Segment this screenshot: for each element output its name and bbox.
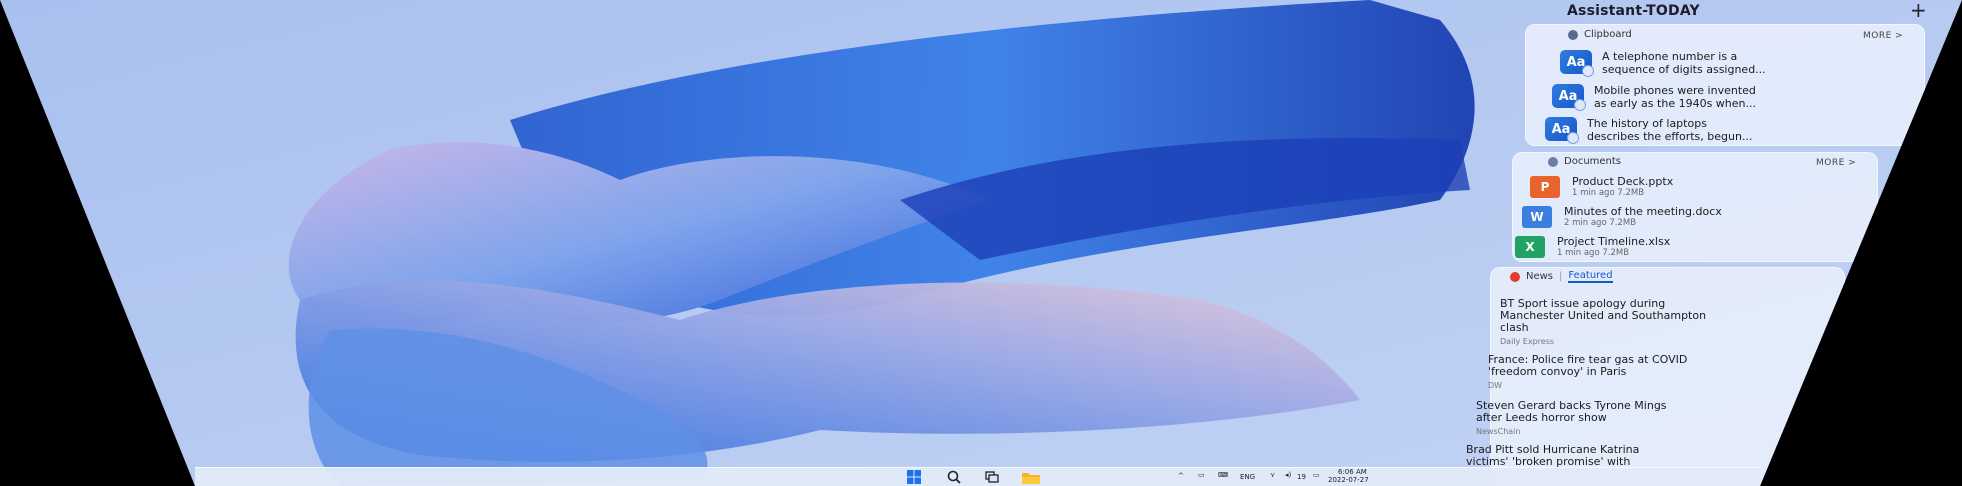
text-clip-icon: Aa bbox=[1545, 117, 1579, 144]
clipboard-item-line1: Mobile phones were invented bbox=[1594, 84, 1756, 97]
document-item[interactable]: X Project Timeline.xlsx 1 min ago 7.2MB bbox=[1515, 236, 1670, 259]
news-item[interactable]: France: Police fire tear gas at COVID 'f… bbox=[1488, 354, 1687, 391]
news-item[interactable]: BT Sport issue apology during Manchester… bbox=[1500, 298, 1707, 347]
document-name: Minutes of the meeting.docx bbox=[1564, 205, 1722, 218]
news-header: News | Featured bbox=[1510, 270, 1613, 283]
clipboard-header: Clipboard bbox=[1568, 29, 1632, 40]
clipboard-item[interactable]: Aa The history of laptops describes the … bbox=[1545, 117, 1753, 144]
clipboard-item[interactable]: Aa Mobile phones were invented as early … bbox=[1552, 84, 1756, 111]
news-title-line2: Manchester United and Southampton bbox=[1500, 309, 1707, 322]
document-meta: 2 min ago 7.2MB bbox=[1564, 218, 1637, 228]
documents-more-link[interactable]: MORE > bbox=[1816, 158, 1856, 168]
clipboard-item-line2: sequence of digits assigned... bbox=[1602, 63, 1766, 76]
document-meta: 1 min ago 7.2MB bbox=[1557, 248, 1630, 258]
clipboard-label: Clipboard bbox=[1584, 29, 1632, 40]
tab-featured[interactable]: Featured bbox=[1568, 270, 1613, 283]
file-explorer-icon[interactable] bbox=[1021, 470, 1041, 484]
news-separator: | bbox=[1559, 271, 1563, 282]
assistant-panel: Assistant-TODAY + Clipboard MORE > Aa A … bbox=[0, 0, 1962, 486]
text-clip-icon: Aa bbox=[1560, 50, 1594, 77]
clipboard-item-line1: The history of laptops bbox=[1587, 117, 1707, 130]
documents-label: Documents bbox=[1564, 156, 1622, 167]
document-name: Product Deck.pptx bbox=[1572, 175, 1674, 188]
document-name: Project Timeline.xlsx bbox=[1557, 235, 1671, 248]
start-windows-icon[interactable] bbox=[905, 470, 923, 484]
volume-icon[interactable]: ◂) bbox=[1285, 471, 1291, 479]
wifi-icon[interactable]: ⋎ bbox=[1270, 471, 1275, 479]
text-clip-icon: Aa bbox=[1552, 84, 1586, 111]
tray-app-icon[interactable]: ▭ bbox=[1198, 471, 1205, 479]
taskbar: ^ ▭ ⌨ ENG ⋎ ◂) 19 ▭ 6:06 AM 2022-07-27 bbox=[195, 467, 1760, 486]
clipboard-item-line2: as early as the 1940s when... bbox=[1594, 97, 1756, 110]
documents-header: Documents bbox=[1548, 156, 1621, 167]
news-icon bbox=[1510, 271, 1520, 282]
clock-time[interactable]: 6:06 AM bbox=[1338, 468, 1367, 476]
search-icon[interactable] bbox=[945, 470, 963, 484]
panel-title: Assistant-TODAY bbox=[1567, 3, 1700, 19]
news-title-line2: after Leeds horror show bbox=[1476, 411, 1607, 424]
language-indicator[interactable]: ENG bbox=[1240, 473, 1255, 481]
news-label: News bbox=[1526, 271, 1554, 282]
tray-chevron-icon[interactable]: ^ bbox=[1178, 472, 1184, 480]
news-title-line3: clash bbox=[1500, 321, 1529, 334]
clipboard-item-line1: A telephone number is a bbox=[1602, 50, 1738, 63]
news-item[interactable]: Steven Gerard backs Tyrone Mings after L… bbox=[1476, 400, 1667, 437]
document-item[interactable]: P Product Deck.pptx 1 min ago 7.2MB bbox=[1530, 176, 1673, 199]
battery-icon[interactable]: ▭ bbox=[1313, 471, 1320, 479]
clipboard-icon bbox=[1568, 29, 1578, 40]
news-source: NewsChain bbox=[1476, 427, 1521, 436]
news-item[interactable]: Brad Pitt sold Hurricane Katrina victims… bbox=[1466, 444, 1639, 468]
desktop-screen: Assistant-TODAY + Clipboard MORE > Aa A … bbox=[0, 0, 1962, 486]
powerpoint-file-icon: P bbox=[1530, 176, 1560, 198]
task-view-icon[interactable] bbox=[983, 470, 1001, 484]
add-widget-button[interactable]: + bbox=[1910, 0, 1927, 20]
news-source: Daily Express bbox=[1500, 337, 1555, 346]
word-file-icon: W bbox=[1522, 206, 1552, 228]
clipboard-item[interactable]: Aa A telephone number is a sequence of d… bbox=[1560, 50, 1766, 77]
news-source: DW bbox=[1488, 381, 1503, 390]
clipboard-item-line2: describes the efforts, begun... bbox=[1587, 130, 1753, 143]
news-title-line2: 'freedom convoy' in Paris bbox=[1488, 365, 1627, 378]
document-item[interactable]: W Minutes of the meeting.docx 2 min ago … bbox=[1522, 206, 1722, 229]
excel-file-icon: X bbox=[1515, 236, 1545, 258]
volume-level: 19 bbox=[1297, 473, 1306, 481]
document-meta: 1 min ago 7.2MB bbox=[1572, 188, 1645, 198]
tray-keyboard-icon[interactable]: ⌨ bbox=[1218, 471, 1228, 479]
clipboard-more-link[interactable]: MORE > bbox=[1863, 31, 1903, 41]
documents-icon bbox=[1548, 156, 1558, 167]
clock-date[interactable]: 2022-07-27 bbox=[1328, 476, 1369, 484]
